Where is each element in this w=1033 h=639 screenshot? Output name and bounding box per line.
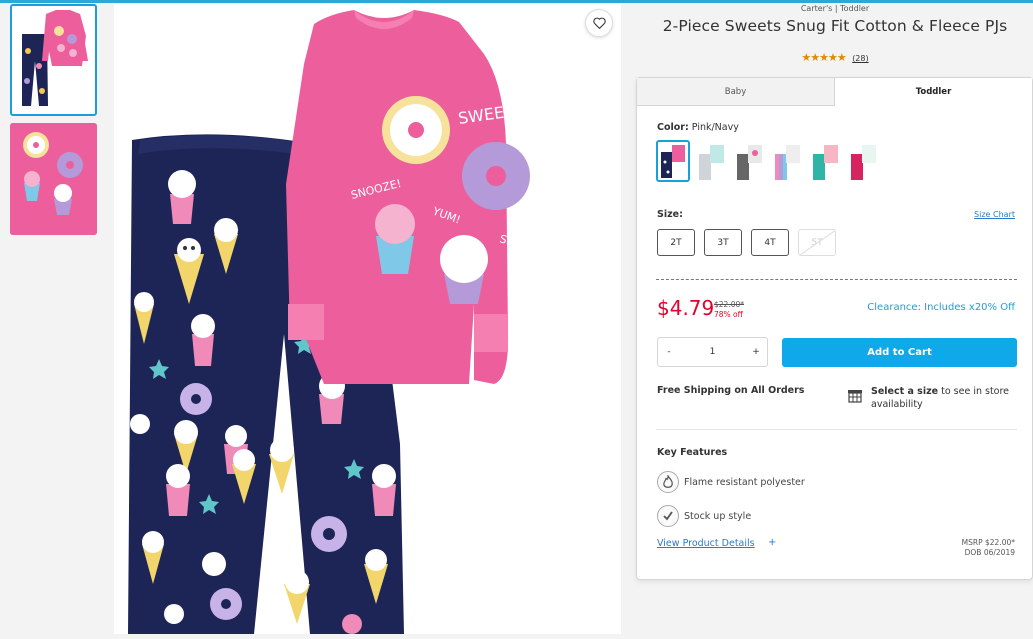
size-options: 2T 3T 4T 5T (657, 229, 836, 256)
clearance-note: Clearance: Includes x20% Off (867, 302, 1015, 313)
qty-value[interactable]: 1 (680, 347, 745, 357)
swatch-mint[interactable] (694, 140, 728, 182)
original-price: $22.00* (714, 300, 744, 309)
color-swatches (656, 140, 880, 182)
tab-toddler[interactable]: Toddler (835, 78, 1032, 106)
add-to-cart-button[interactable]: Add to Cart (782, 338, 1017, 367)
rating-row: ★★★★★ (28) (636, 51, 1033, 64)
qty-increase-button[interactable]: + (745, 347, 767, 357)
thumbnail-list (10, 4, 100, 242)
view-product-details-link[interactable]: View Product Details (657, 538, 755, 549)
size-option-5t: 5T (798, 229, 836, 256)
feature-stock-up: Stock up style (657, 505, 751, 527)
size-group-tabs: Baby Toddler (637, 78, 1032, 106)
discount-percent: 78% off (714, 310, 743, 319)
store-icon (847, 388, 863, 407)
thumbnail-pajama-set[interactable] (10, 4, 97, 116)
color-value: Pink/Navy (691, 122, 739, 133)
swatch-grey[interactable] (732, 140, 766, 182)
feature-flame-resistant: Flame resistant polyester (657, 471, 805, 493)
msrp-info: MSRP $22.00* DOB 06/2019 (962, 538, 1015, 558)
dob-text: DOB 06/2019 (964, 548, 1015, 557)
favorite-button[interactable] (585, 9, 613, 37)
size-option-3t[interactable]: 3T (704, 229, 742, 256)
quantity-stepper: - 1 + (657, 337, 768, 367)
qty-decrease-button[interactable]: - (658, 347, 680, 357)
msrp-text: MSRP $22.00* (961, 538, 1015, 547)
product-title: 2-Piece Sweets Snug Fit Cotton & Fleece … (662, 17, 1008, 35)
feature-text: Stock up style (684, 510, 752, 522)
purchase-panel: Baby Toddler Color: Pink/Navy Size: Size… (636, 77, 1033, 580)
heart-icon (592, 14, 606, 33)
thumbnail-graphic-closeup[interactable] (10, 123, 97, 235)
divider-dashed (656, 279, 1017, 280)
swatch-berry[interactable] (846, 140, 880, 182)
size-option-2t[interactable]: 2T (657, 229, 695, 256)
tab-baby[interactable]: Baby (637, 78, 835, 106)
size-option-4t[interactable]: 4T (751, 229, 789, 256)
top-accent-line (0, 0, 1033, 3)
divider (656, 429, 1017, 430)
size-chart-link[interactable]: Size Chart (974, 210, 1015, 219)
star-rating: ★★★★★ (801, 51, 846, 64)
color-row: Color: Pink/Navy (657, 122, 739, 133)
review-count-link[interactable]: (28) (852, 54, 868, 63)
main-product-image: SWEET! SNOOZE! YUM! SMOOCH! (114, 4, 621, 634)
color-label: Color: (657, 122, 689, 133)
flame-icon (657, 471, 679, 493)
swatch-pink-navy[interactable] (656, 140, 690, 182)
brand-breadcrumb: Carter's | Toddler (800, 4, 870, 13)
store-availability-text: Select a size to see in store availabili… (871, 385, 1021, 411)
feature-text: Flame resistant polyester (684, 476, 805, 488)
store-availability-bold[interactable]: Select a size (871, 386, 938, 397)
size-label: Size: (657, 209, 683, 220)
swatch-rainbow[interactable] (770, 140, 804, 182)
expand-plus-icon[interactable]: + (768, 537, 776, 548)
key-features-title: Key Features (657, 447, 728, 458)
sale-price: $4.79 (657, 296, 715, 320)
swatch-teal[interactable] (808, 140, 842, 182)
free-shipping-text: Free Shipping on All Orders (657, 385, 805, 396)
checkmark-icon (657, 505, 679, 527)
